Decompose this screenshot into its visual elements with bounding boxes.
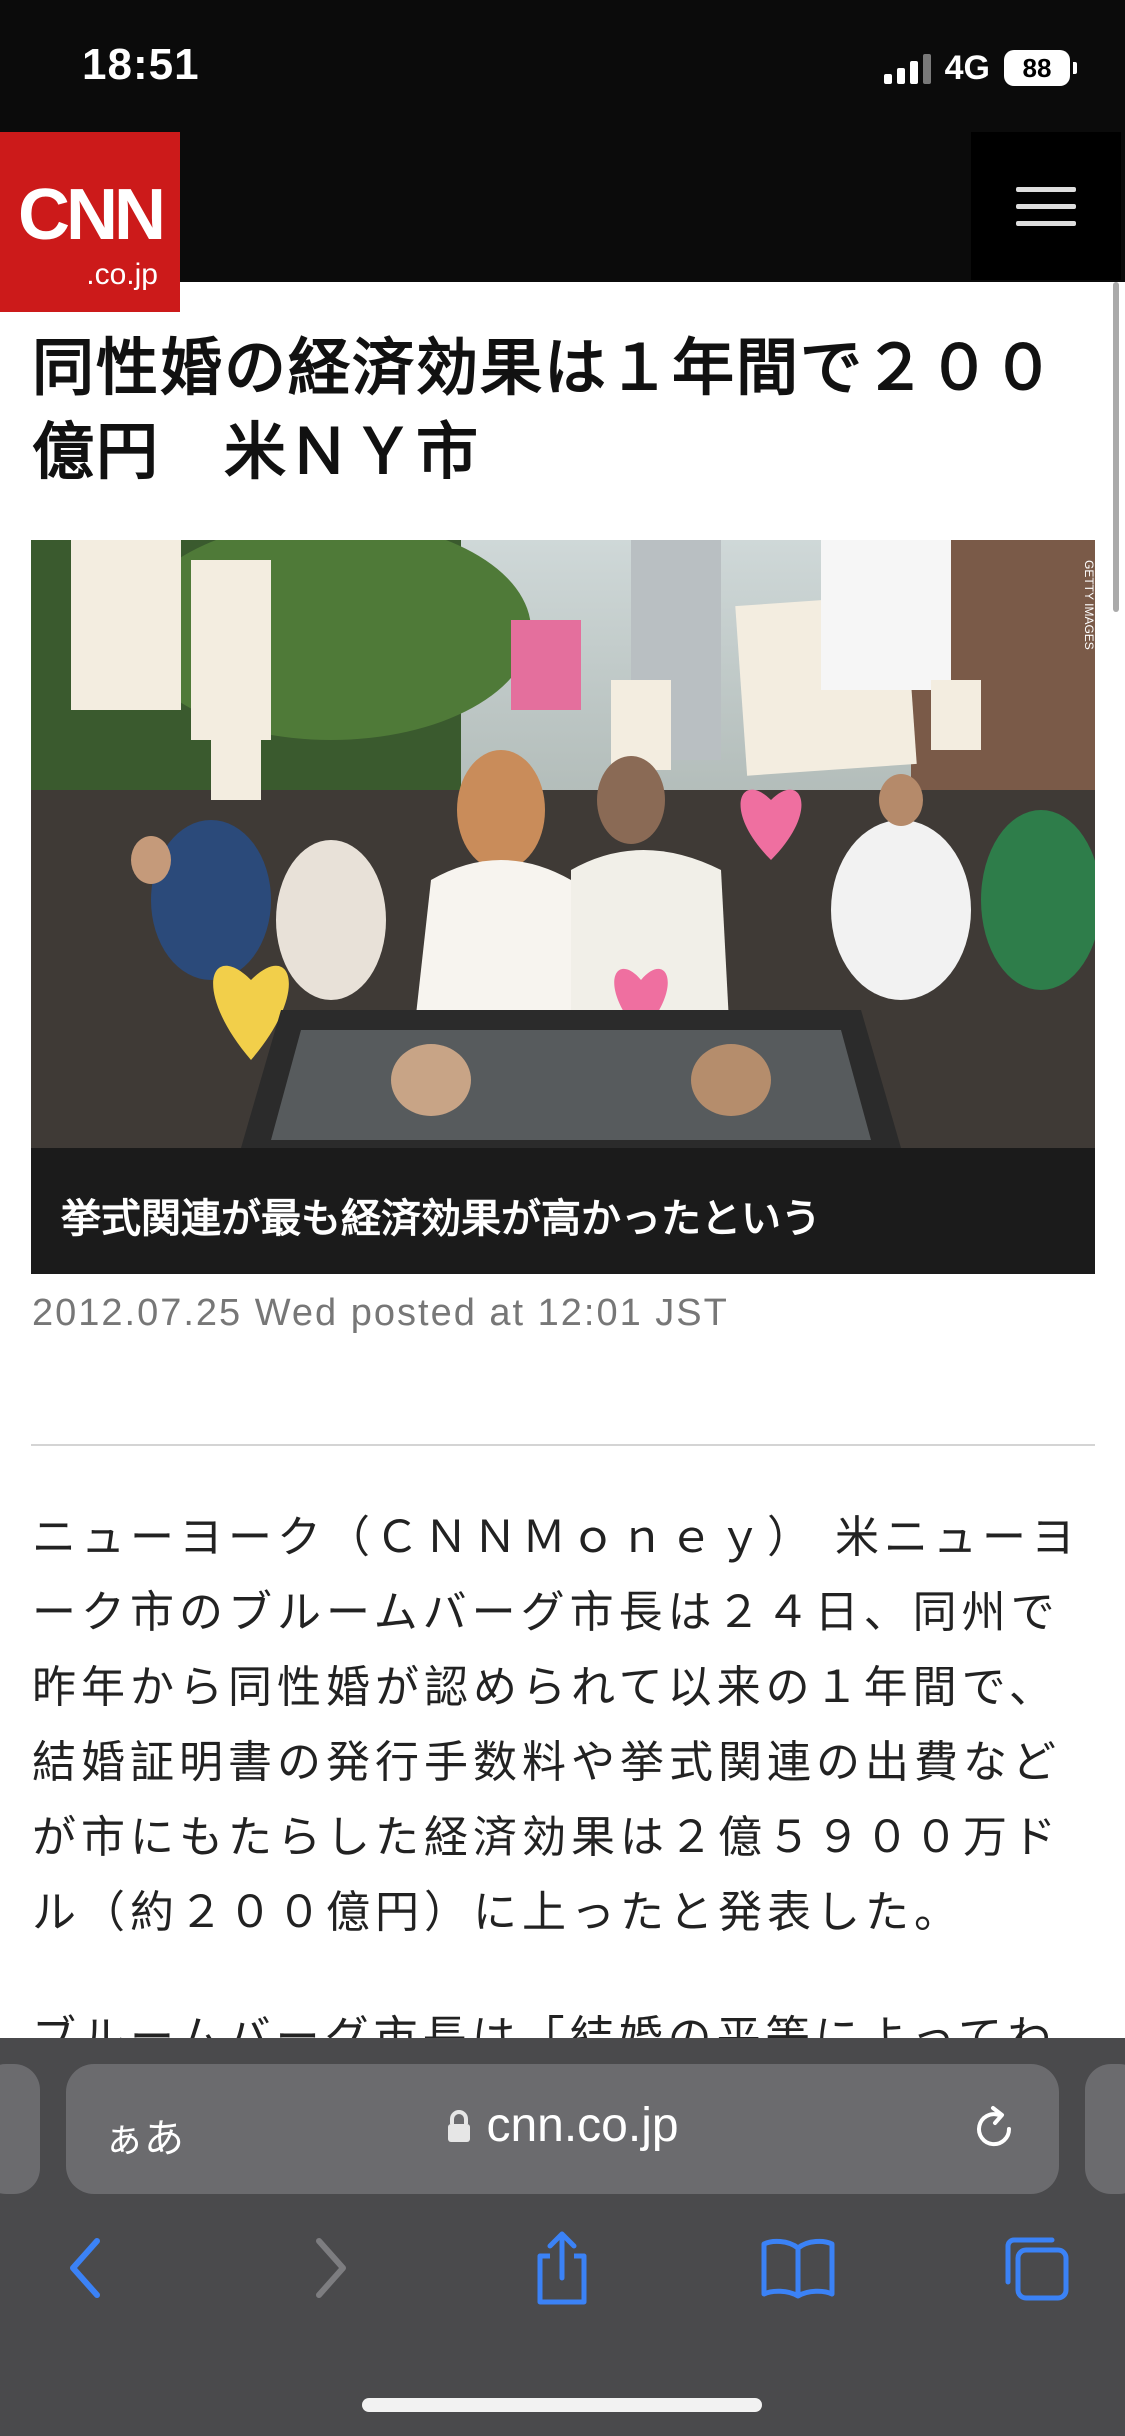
browser-nav: [0, 2218, 1125, 2318]
photo-credit: GETTY IMAGES: [1082, 560, 1095, 650]
cnn-logo[interactable]: CNN .co.jp: [0, 132, 180, 312]
reload-icon[interactable]: [965, 2100, 1023, 2162]
status-time: 18:51: [82, 40, 200, 89]
url-text: cnn.co.jp: [486, 2099, 679, 2152]
caption-text: 挙式関連が最も経済効果が高かったという: [61, 1196, 821, 1242]
back-icon[interactable]: [36, 2218, 136, 2318]
bookmarks-icon[interactable]: [748, 2218, 848, 2318]
browser-toolbar: ぁあ cnn.co.jp: [0, 2038, 1125, 2436]
article-paragraph: ニューヨーク（ＣＮＮＭｏｎｅｙ） 米ニューヨーク市のブルームバーグ市長は２４日、…: [32, 1512, 1080, 1938]
site-header: CNN .co.jp: [0, 132, 1125, 312]
hamburger-menu-icon[interactable]: [971, 132, 1121, 280]
divider: [31, 1444, 1095, 1446]
forward-icon[interactable]: [280, 2218, 380, 2318]
lock-icon: [446, 2101, 472, 2156]
logo-text: CNN: [18, 175, 166, 255]
tabs-icon[interactable]: [986, 2218, 1086, 2318]
previous-tab-peek[interactable]: [0, 2064, 40, 2194]
article-dateline: 2012.07.25 Wed posted at 12:01 JST: [32, 1292, 729, 1334]
address-bar[interactable]: ぁあ cnn.co.jp: [66, 2064, 1059, 2194]
battery-level: 88: [1004, 50, 1070, 86]
article-photo: GETTY IMAGES: [31, 540, 1095, 1148]
url-display[interactable]: cnn.co.jp: [66, 2098, 1059, 2156]
logo-domain: .co.jp: [86, 258, 158, 291]
signal-icon: [883, 52, 931, 84]
battery-icon: 88: [1004, 50, 1077, 86]
network-type: 4G: [944, 48, 990, 87]
share-icon[interactable]: [512, 2218, 612, 2318]
scrollbar[interactable]: [1113, 282, 1119, 612]
status-indicators: 4G 88: [883, 48, 1077, 88]
home-indicator[interactable]: [362, 2398, 762, 2412]
article-headline: 同性婚の経済効果は１年間で２００億円 米ＮＹ市: [32, 331, 1057, 488]
status-bar: 18:51 4G 88: [0, 0, 1125, 132]
next-tab-peek[interactable]: [1085, 2064, 1125, 2194]
photo-caption: 挙式関連が最も経済効果が高かったという: [31, 1148, 1095, 1274]
